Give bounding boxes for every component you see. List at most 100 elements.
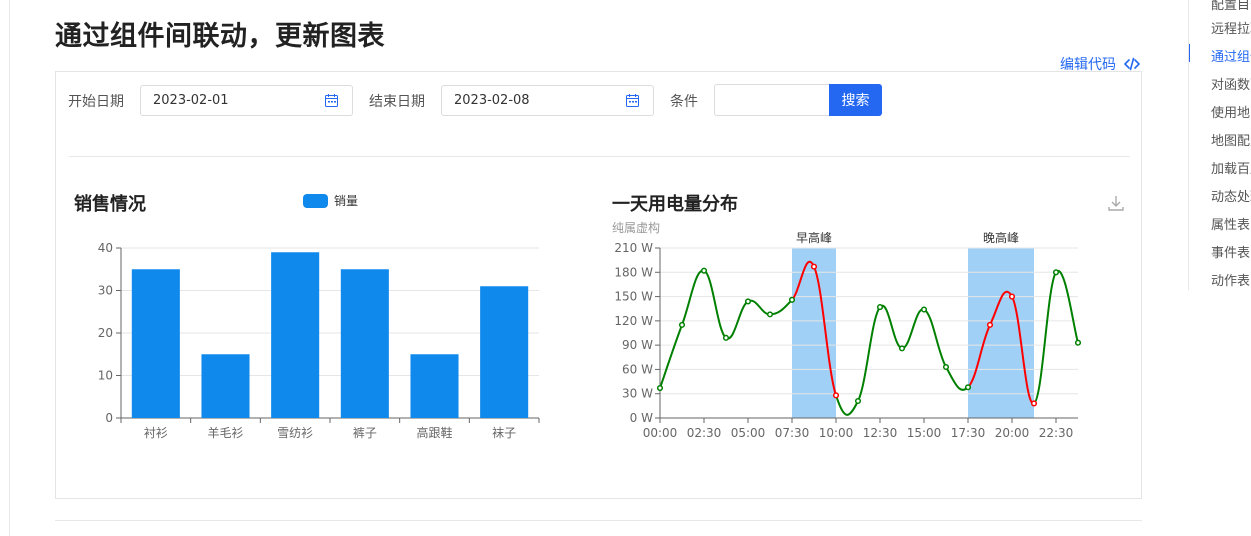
x-tick-label: 07:30 — [775, 426, 810, 440]
x-tick-label: 高跟鞋 — [416, 425, 452, 440]
code-icon — [1124, 57, 1140, 71]
data-point — [722, 334, 730, 341]
series-line — [703, 269, 727, 339]
end-date-label: 结束日期 — [369, 94, 425, 110]
x-tick-label: 20:00 — [995, 426, 1030, 440]
data-point — [986, 321, 994, 328]
bar — [480, 286, 529, 418]
series-line — [769, 299, 793, 316]
data-point — [1030, 400, 1038, 407]
data-point — [876, 304, 884, 311]
toc-item[interactable]: 动作表 — [1211, 270, 1250, 289]
x-tick-label: 10:00 — [819, 426, 854, 440]
series-line — [945, 366, 969, 391]
x-tick-label: 羊毛衫 — [207, 425, 243, 440]
legend-swatch — [303, 193, 328, 208]
data-point — [1052, 269, 1060, 276]
divider — [69, 156, 1130, 157]
data-point — [920, 306, 928, 313]
y-tick-label: 30 W — [622, 387, 653, 401]
mark-area — [792, 248, 836, 418]
bar-chart: 0 10 20 30 40 衬衫 羊毛衫 雪纺衫 裤子 高跟鞋 袜子 — [98, 241, 540, 440]
toc-item[interactable]: 属性表 — [1211, 214, 1250, 233]
condition-input[interactable] — [714, 84, 830, 116]
demo-box: 开始日期 2023-02-01 结束日期 2023-02-08 条件 搜索 销售… — [55, 71, 1142, 499]
left-border — [9, 0, 10, 536]
calendar-icon — [325, 94, 338, 107]
toc-item[interactable]: 事件表 — [1211, 242, 1250, 261]
x-tick-label: 22:30 — [1039, 426, 1074, 440]
bar — [271, 252, 320, 418]
data-point — [788, 296, 796, 303]
y-tick-label: 210 W — [614, 241, 653, 255]
series-line — [1033, 271, 1057, 405]
y-tick-label: 0 W — [630, 411, 653, 425]
start-date-value: 2023-02-01 — [153, 93, 229, 108]
bar-chart-title: 销售情况 — [74, 194, 146, 215]
bar — [410, 354, 459, 418]
bar — [340, 269, 389, 418]
bar — [131, 269, 180, 418]
mark-area — [968, 248, 1034, 418]
data-point — [744, 298, 752, 305]
line-chart-title: 一天用电量分布 — [612, 194, 738, 215]
data-point — [656, 384, 664, 392]
series-line — [725, 300, 749, 340]
data-point — [898, 345, 906, 352]
x-tick-label: 雪纺衫 — [277, 426, 313, 440]
data-point — [810, 263, 818, 270]
series-line — [835, 395, 859, 416]
toc-item[interactable]: 远程拉取 — [1211, 18, 1251, 37]
y-tick-label: 10 — [98, 369, 113, 383]
toc-item[interactable]: 地图配置 — [1211, 130, 1251, 149]
series-line — [747, 299, 771, 316]
data-point — [832, 392, 840, 399]
bottom-divider — [55, 520, 1142, 521]
bar — [201, 354, 250, 418]
data-point — [1008, 293, 1016, 300]
series-line — [659, 324, 683, 389]
legend-label: 销量 — [334, 194, 359, 208]
page-title: 通过组件间联动，更新图表 — [55, 21, 385, 52]
toc-item[interactable]: 加载百度 — [1211, 158, 1251, 177]
line-chart: 早高峰 晚高峰 0 W 30 W 60 W 90 W 120 W 150 W 180 W 210 … — [614, 232, 1082, 440]
toc-item[interactable]: 对函数配 — [1211, 74, 1251, 93]
series-line — [879, 304, 903, 350]
series-line — [1055, 269, 1079, 344]
toc-item[interactable]: 通过组件 — [1211, 46, 1251, 65]
start-date-label: 开始日期 — [68, 94, 124, 110]
x-tick-label: 12:30 — [863, 426, 898, 440]
search-button[interactable]: 搜索 — [829, 84, 882, 116]
x-tick-label: 15:00 — [907, 426, 942, 440]
toc-sidebar: 配置目录远程拉取通过组件对函数配使用地图地图配置加载百度动态处理属性表事件表动作… — [1188, 0, 1251, 290]
data-point — [766, 311, 774, 318]
start-date-input[interactable]: 2023-02-01 — [140, 85, 353, 116]
y-tick-label: 0 — [105, 411, 113, 425]
toc-item[interactable]: 动态处理 — [1211, 186, 1251, 205]
mark-area-label: 早高峰 — [796, 232, 832, 245]
end-date-value: 2023-02-08 — [454, 93, 530, 108]
series-line — [681, 269, 705, 326]
mark-area-label: 晚高峰 — [983, 232, 1019, 245]
x-tick-label: 17:30 — [951, 426, 986, 440]
data-point — [678, 321, 686, 328]
x-tick-label: 05:00 — [731, 426, 766, 440]
data-point — [1074, 339, 1082, 346]
data-point — [942, 363, 950, 371]
data-point — [964, 384, 972, 391]
calendar-icon — [626, 94, 639, 107]
y-tick-label: 150 W — [614, 290, 653, 304]
toc-item[interactable]: 配置目录 — [1211, 0, 1251, 13]
data-point — [854, 397, 862, 405]
bar-chart-legend[interactable]: 销量 — [303, 192, 358, 209]
toc-active-marker — [1189, 44, 1190, 62]
x-tick-label: 袜子 — [492, 426, 516, 440]
condition-label: 条件 — [670, 94, 698, 110]
x-tick-label: 00:00 — [643, 426, 678, 440]
x-tick-label: 衬衫 — [144, 426, 168, 440]
toc-item[interactable]: 使用地图 — [1211, 102, 1251, 121]
x-tick-label: 02:30 — [687, 426, 722, 440]
download-icon[interactable] — [1107, 194, 1125, 212]
y-tick-label: 60 W — [622, 362, 653, 376]
end-date-input[interactable]: 2023-02-08 — [441, 85, 654, 116]
